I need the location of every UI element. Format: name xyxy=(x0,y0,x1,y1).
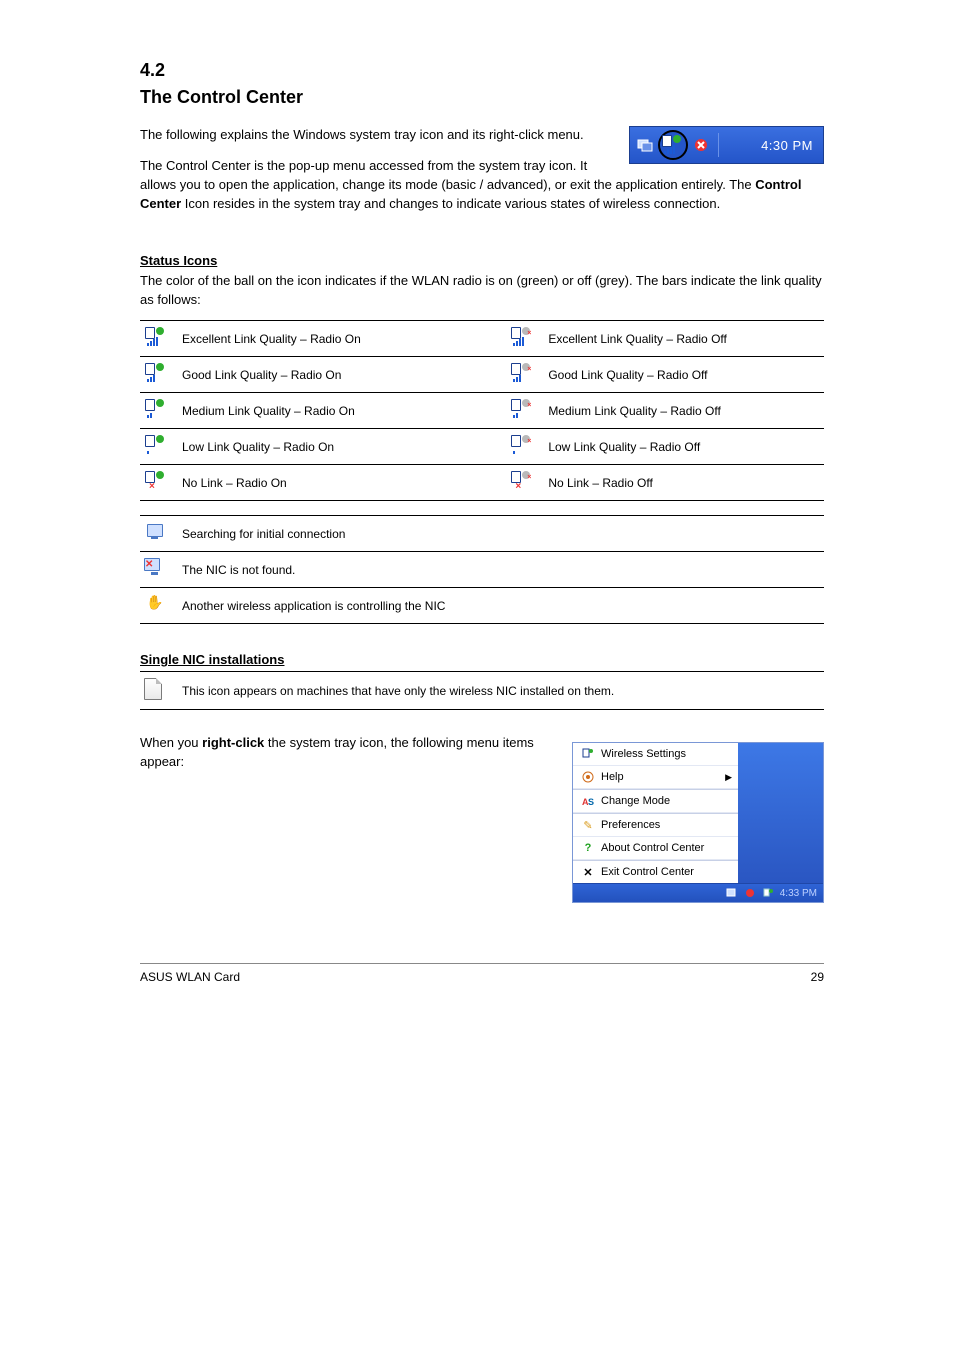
about-icon: ? xyxy=(581,841,595,855)
footer-page-number: 29 xyxy=(811,970,824,984)
network-icon xyxy=(636,136,654,154)
signal-excellent-on-icon xyxy=(144,327,168,347)
tray-mini-icon-3 xyxy=(762,887,774,899)
table-row: Low Link Quality – Radio On × Low Link Q… xyxy=(140,429,824,465)
tray-mini-icon xyxy=(726,887,738,899)
table-cell: Good Link Quality – Radio On xyxy=(178,357,506,393)
status-icons-table: Excellent Link Quality – Radio On × Exce… xyxy=(140,320,824,501)
tray-mini-icon-2 xyxy=(744,887,756,899)
page-footer: ASUS WLAN Card 29 xyxy=(140,963,824,984)
signal-excellent-off-icon: × xyxy=(510,327,534,347)
highlighted-tray-icon xyxy=(658,130,688,160)
signal-none-off-icon: ×× xyxy=(510,471,534,491)
context-menu-figure: Wireless Settings Help ▶ AS Change Mode xyxy=(572,742,824,903)
table-row: Searching for initial connection xyxy=(140,516,824,552)
table-cell: Another wireless application is controll… xyxy=(178,588,824,624)
footer-left: ASUS WLAN Card xyxy=(140,970,240,984)
signal-medium-on-icon xyxy=(144,399,168,419)
menu-item-label: Help xyxy=(601,771,624,783)
signal-medium-off-icon: × xyxy=(510,399,534,419)
signal-good-off-icon: × xyxy=(510,363,534,383)
menu-tray-clock: 4:33 PM xyxy=(780,888,817,899)
menu-item-help[interactable]: Help ▶ xyxy=(573,766,738,789)
wireless-settings-icon xyxy=(581,747,595,761)
other-app-controlling-icon xyxy=(144,594,166,614)
table-cell: Low Link Quality – Radio Off xyxy=(544,429,824,465)
menu-item-wireless-settings[interactable]: Wireless Settings xyxy=(573,743,738,766)
table-cell: This icon appears on machines that have … xyxy=(178,672,824,710)
blocked-icon xyxy=(692,136,710,154)
table-cell: No Link – Radio Off xyxy=(544,465,824,501)
table-row: This icon appears on machines that have … xyxy=(140,672,824,710)
table-cell: Searching for initial connection xyxy=(178,516,824,552)
tray-clock: 4:30 PM xyxy=(761,138,813,153)
single-nic-heading: Single NIC installations xyxy=(140,652,824,667)
menu-item-label: About Control Center xyxy=(601,842,704,854)
menu-taskbar-strip: 4:33 PM xyxy=(573,883,823,902)
preferences-icon: ✎ xyxy=(581,818,595,832)
table-row: Another wireless application is controll… xyxy=(140,588,824,624)
signal-low-on-icon xyxy=(144,435,168,455)
table-row: The NIC is not found. xyxy=(140,552,824,588)
nic-not-found-icon xyxy=(144,558,166,578)
table-row: Good Link Quality – Radio On × Good Link… xyxy=(140,357,824,393)
menu-item-label: Preferences xyxy=(601,819,660,831)
searching-icon xyxy=(144,522,166,542)
table-cell: No Link – Radio On xyxy=(178,465,506,501)
menu-item-label: Change Mode xyxy=(601,795,670,807)
table-row: Medium Link Quality – Radio On × Medium … xyxy=(140,393,824,429)
section-number: 4.2 xyxy=(140,60,824,81)
status-icons-desc: The color of the ball on the icon indica… xyxy=(140,272,824,310)
table-cell: Excellent Link Quality – Radio On xyxy=(178,321,506,357)
menu-item-label: Wireless Settings xyxy=(601,748,686,760)
table-cell: Medium Link Quality – Radio On xyxy=(178,393,506,429)
signal-good-on-icon xyxy=(144,363,168,383)
change-mode-icon: AS xyxy=(581,794,595,808)
table-row: Excellent Link Quality – Radio On × Exce… xyxy=(140,321,824,357)
submenu-arrow-icon: ▶ xyxy=(725,772,732,783)
systray-figure: 4:30 PM xyxy=(629,126,824,164)
signal-none-on-icon: × xyxy=(144,471,168,491)
intro-paragraph-2: The Control Center is the pop-up menu ac… xyxy=(140,157,824,214)
section-title: The Control Center xyxy=(140,87,824,108)
table-cell: The NIC is not found. xyxy=(178,552,824,588)
menu-item-about[interactable]: ? About Control Center xyxy=(573,837,738,860)
single-nic-table: This icon appears on machines that have … xyxy=(140,671,824,710)
menu-item-preferences[interactable]: ✎ Preferences xyxy=(573,813,738,837)
table-cell: Good Link Quality – Radio Off xyxy=(544,357,824,393)
signal-low-off-icon: × xyxy=(510,435,534,455)
single-nic-icon xyxy=(144,678,162,700)
table-cell: Low Link Quality – Radio On xyxy=(178,429,506,465)
exit-icon: ✕ xyxy=(581,865,595,879)
svg-text:S: S xyxy=(588,797,594,807)
help-icon xyxy=(581,770,595,784)
menu-item-change-mode[interactable]: AS Change Mode xyxy=(573,789,738,813)
table-row: × No Link – Radio On ×× No Link – Radio … xyxy=(140,465,824,501)
table-cell: Medium Link Quality – Radio Off xyxy=(544,393,824,429)
extra-status-table: Searching for initial connection The NIC… xyxy=(140,515,824,624)
menu-item-label: Exit Control Center xyxy=(601,866,694,878)
status-icons-heading: Status Icons xyxy=(140,253,824,268)
menu-item-exit[interactable]: ✕ Exit Control Center xyxy=(573,860,738,883)
table-cell: Excellent Link Quality – Radio Off xyxy=(544,321,824,357)
